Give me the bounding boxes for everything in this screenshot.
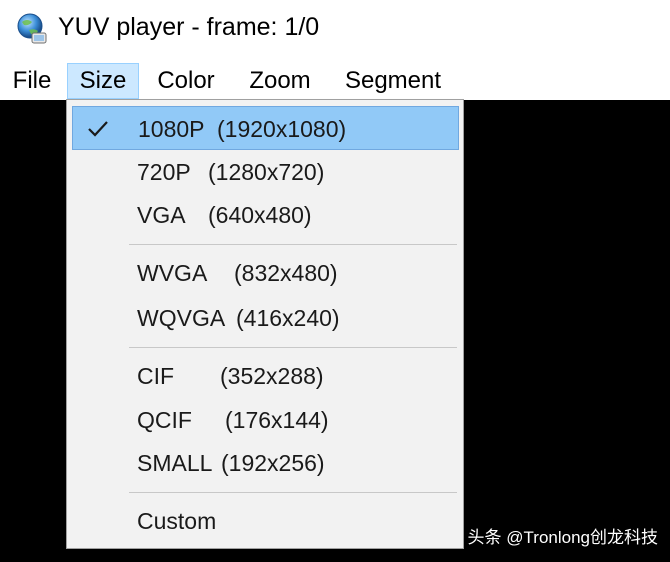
menu-item-label: QCIF [137, 407, 192, 433]
menu-zoom[interactable]: Zoom [237, 63, 323, 99]
menu-item-label: 1080P [138, 116, 205, 142]
menu-size[interactable]: Size [67, 63, 139, 99]
menu-item-small[interactable]: SMALL (192x256) [72, 441, 459, 485]
checkmark-icon [88, 121, 108, 137]
menu-item-resolution: (640x480) [208, 202, 312, 228]
menu-item-vga[interactable]: VGA (640x480) [72, 193, 459, 237]
menu-item-resolution: (1920x1080) [217, 116, 347, 142]
menu-item-wvga[interactable]: WVGA (832x480) [72, 251, 459, 295]
menu-item-label: WQVGA [137, 305, 226, 331]
menu-item-label: Custom [137, 508, 217, 534]
menu-segment[interactable]: Segment [334, 63, 452, 99]
menu-item-wqvga[interactable]: WQVGA (416x240) [72, 296, 459, 340]
menu-separator [129, 492, 457, 493]
size-dropdown-menu: 1080P (1920x1080) 720P (1280x720) VGA (6… [66, 99, 464, 549]
menu-color[interactable]: Color [146, 63, 226, 99]
title-bar: YUV player - frame: 1/0 [0, 0, 670, 62]
menu-separator [129, 347, 457, 348]
menu-item-custom[interactable]: Custom [72, 499, 459, 543]
menu-bar: File Size Color Zoom Segment [0, 62, 670, 100]
menu-item-resolution: (176x144) [225, 407, 329, 433]
menu-item-resolution: (192x256) [221, 450, 325, 476]
menu-item-resolution: (352x288) [220, 363, 324, 389]
menu-separator [129, 244, 457, 245]
menu-item-label: WVGA [137, 260, 208, 286]
menu-item-cif[interactable]: CIF (352x288) [72, 354, 459, 398]
menu-item-label: 720P [137, 159, 191, 185]
window-title: YUV player - frame: 1/0 [58, 13, 320, 41]
menu-item-720p[interactable]: 720P (1280x720) [72, 150, 459, 194]
menu-item-label: VGA [137, 202, 186, 228]
menu-item-label: CIF [137, 363, 175, 389]
menu-item-1080p[interactable]: 1080P (1920x1080) [72, 106, 459, 150]
menu-item-resolution: (416x240) [236, 305, 340, 331]
menu-file[interactable]: File [6, 63, 58, 99]
menu-item-resolution: (832x480) [234, 260, 338, 286]
menu-item-resolution: (1280x720) [208, 159, 325, 185]
globe-app-icon [17, 13, 47, 44]
watermark-text: 头条 @Tronlong创龙科技 [467, 528, 658, 547]
menu-item-qcif[interactable]: QCIF (176x144) [72, 398, 459, 442]
menu-item-label: SMALL [137, 450, 213, 476]
